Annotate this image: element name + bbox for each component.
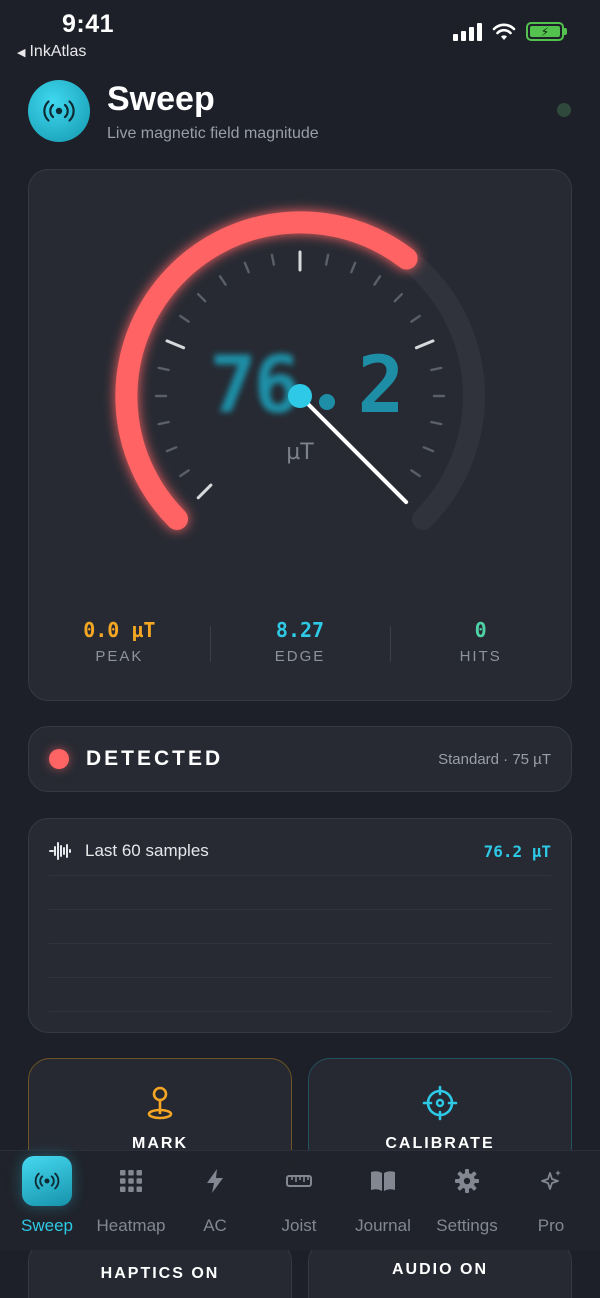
tab-journal-label: Journal [355,1216,411,1235]
signal-waves-icon [43,100,75,122]
gauge-minor-tick [373,275,382,286]
gauge-card: 7 6 2 µT 0.0 µT PEAK 8.27 EDGE 0 HITS [28,169,572,701]
tab-pro-label: Pro [537,1216,565,1235]
gear-icon [455,1169,479,1193]
stat-hits-label: HITS [459,648,502,665]
signal-waves-icon [34,1172,60,1190]
stat-edge-value: 8.27 [275,618,325,642]
gauge-reading-dot [319,394,335,410]
map-pin-icon [147,1086,173,1120]
stat-peak: 0.0 µT PEAK [29,618,210,665]
samples-card: Last 60 samples 76.2 µT [28,818,572,1033]
tab-settings-label: Settings [436,1216,498,1235]
tab-sweep[interactable]: Sweep [5,1151,89,1236]
gauge-minor-tick [430,420,443,426]
tab-joist[interactable]: Joist [257,1151,341,1236]
gauge-minor-tick [350,261,357,274]
gauge-reading-digit-left: 7 [210,341,257,431]
gauge-minor-tick [157,366,170,372]
samples-gridline [49,977,551,978]
stat-hits: 0 HITS [390,618,571,665]
tab-bar: Sweep Heatmap AC Joist Journal Settings … [0,1150,600,1250]
gauge-major-tick [196,483,213,500]
magnetic-gauge: 7 6 2 µT [115,211,485,530]
ruler-icon [286,1175,312,1187]
status-icons: ⚡ [453,22,567,41]
page-title: Sweep [107,80,215,118]
gauge-minor-tick [179,469,190,478]
stats-row: 0.0 µT PEAK 8.27 EDGE 0 HITS [29,618,571,665]
gauge-minor-tick [196,292,207,303]
gauge-minor-tick [179,314,190,323]
grid-icon [120,1170,142,1192]
waveform-icon [49,842,71,860]
tab-pro[interactable]: Pro [509,1151,593,1236]
gauge-major-tick [165,339,186,350]
tab-heatmap[interactable]: Heatmap [89,1151,173,1236]
audio-toggle-label: AUDIO ON [392,1261,488,1278]
cellular-signal-icon [453,22,482,41]
stat-hits-value: 0 [474,618,487,642]
page-subtitle: Live magnetic field magnitude [107,125,319,142]
samples-gridline [49,909,551,910]
tab-joist-label: Joist [281,1216,317,1235]
back-app-label: InkAtlas [29,43,87,60]
stat-peak-value: 0.0 µT [83,618,156,642]
gauge-minor-tick [393,292,403,303]
samples-current-value: 76.2 µT [483,842,551,861]
tab-settings[interactable]: Settings [425,1151,509,1236]
back-triangle-icon: ◀ [17,46,26,59]
sweep-app-icon [28,80,90,142]
gauge-reading-digit-right: 2 [358,341,405,431]
detection-status: DETECTED [86,747,224,770]
detection-mode: Standard · 75 µT [438,750,551,768]
tab-sweep-label: Sweep [21,1216,73,1235]
lightning-icon [207,1169,223,1193]
book-icon [371,1171,395,1191]
samples-gridline [49,875,551,876]
tab-ac[interactable]: AC [173,1151,257,1236]
tab-heatmap-label: Heatmap [96,1216,166,1235]
gauge-unit: µT [286,440,314,465]
battery-icon: ⚡ [526,22,567,41]
connection-indicator [557,103,571,117]
gauge-minor-tick [243,261,250,274]
samples-gridline [49,943,551,944]
stat-edge-label: EDGE [274,648,326,665]
samples-title: Last 60 samples [85,841,209,860]
back-to-app-button[interactable]: ◀ InkAtlas [17,43,86,61]
detection-indicator [49,749,69,769]
tab-ac-label: AC [203,1216,227,1235]
gauge-minor-tick [422,446,435,453]
gauge-major-tick [414,339,435,350]
gauge-minor-tick [410,469,421,478]
tab-journal[interactable]: Journal [341,1151,425,1236]
gauge-minor-tick [430,366,443,372]
wifi-icon [492,23,516,40]
gauge-minor-tick [410,314,421,323]
samples-gridline [49,1011,551,1012]
stat-edge: 8.27 EDGE [209,618,391,665]
gauge-needle-hub [288,384,312,408]
crosshair-icon [422,1085,458,1121]
gauge-minor-tick [270,253,276,266]
gauge-minor-tick [157,420,170,426]
gauge-minor-tick [218,275,227,286]
gauge-minor-tick [165,446,178,453]
sparkle-icon [541,1170,561,1190]
status-time: 9:41 [62,10,115,38]
gauge-minor-tick [324,253,330,266]
stat-peak-label: PEAK [95,648,144,665]
detection-status-card: DETECTED Standard · 75 µT [28,726,572,792]
haptics-toggle-label: HAPTICS ON [100,1265,220,1282]
